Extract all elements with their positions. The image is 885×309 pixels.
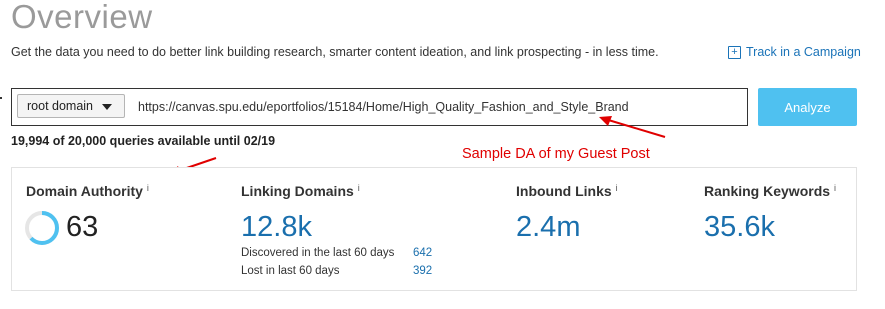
- scope-select-value: root domain: [27, 99, 94, 113]
- da-metric: Domain Authority i: [26, 183, 149, 199]
- ld-value: 12.8k: [241, 211, 312, 243]
- analyze-button[interactable]: Analyze: [758, 88, 857, 126]
- da-value: 63: [66, 211, 99, 243]
- ld-discovered-label: Discovered in the last 60 days: [241, 247, 395, 259]
- url-input[interactable]: [138, 95, 738, 119]
- info-icon[interactable]: i: [834, 183, 836, 193]
- ld-lost-value[interactable]: 392: [413, 265, 432, 277]
- rk-value: 35.6k: [704, 211, 775, 243]
- il-label: Inbound Links: [516, 183, 612, 199]
- ld-discovered-value[interactable]: 642: [413, 247, 432, 259]
- info-icon[interactable]: i: [616, 183, 618, 193]
- da-label: Domain Authority: [26, 183, 143, 199]
- scope-select[interactable]: root domain: [17, 94, 125, 118]
- ld-lost-label: Lost in last 60 days: [241, 265, 340, 277]
- page-subtitle: Get the data you need to do better link …: [11, 45, 659, 59]
- search-bar: root domain: [11, 88, 748, 126]
- ld-label: Linking Domains: [241, 183, 354, 199]
- info-icon[interactable]: i: [147, 183, 149, 193]
- ld-metric: Linking Domains i: [241, 183, 360, 199]
- il-value: 2.4m: [516, 211, 581, 243]
- info-icon[interactable]: i: [358, 183, 360, 193]
- annotation-text: Sample DA of my Guest Post: [462, 146, 650, 162]
- chevron-down-icon: [102, 104, 112, 110]
- edge-dot: [0, 97, 2, 99]
- metrics-panel: Domain Authority i 63 Linking Domains i 12…: [11, 167, 857, 291]
- track-campaign-link[interactable]: + Track in a Campaign: [728, 45, 861, 59]
- da-progress-ring: [25, 211, 59, 245]
- query-quota: 19,994 of 20,000 queries available until…: [11, 134, 276, 148]
- plus-square-icon: +: [728, 45, 741, 59]
- rk-label: Ranking Keywords: [704, 183, 831, 199]
- rk-metric: Ranking Keywords i: [704, 183, 836, 199]
- page-title: Overview: [11, 0, 153, 35]
- track-campaign-label: Track in a Campaign: [746, 45, 861, 59]
- il-metric: Inbound Links i: [516, 183, 618, 199]
